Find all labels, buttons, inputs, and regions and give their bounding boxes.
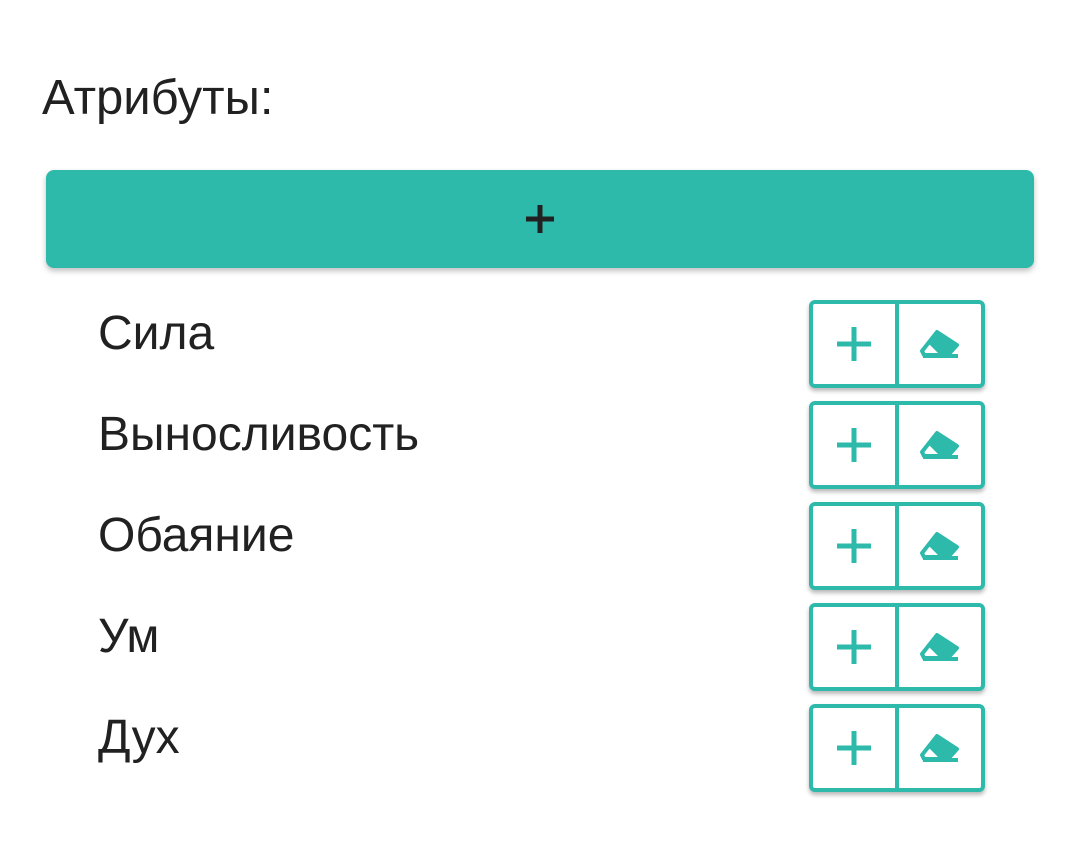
attribute-actions (809, 502, 985, 590)
increase-attribute-button[interactable] (813, 304, 899, 384)
clear-attribute-button[interactable] (899, 304, 981, 384)
clear-attribute-button[interactable] (899, 506, 981, 586)
attribute-label: Сила (98, 307, 215, 360)
attribute-row: Ум (0, 603, 1080, 704)
increase-attribute-button[interactable] (813, 708, 899, 788)
increase-attribute-button[interactable] (813, 405, 899, 485)
increase-attribute-button[interactable] (813, 506, 899, 586)
section-title: Атрибуты: (42, 71, 274, 125)
clear-attribute-button[interactable] (899, 607, 981, 687)
plus-icon (837, 731, 871, 765)
plus-icon (837, 529, 871, 563)
eraser-icon (920, 734, 959, 762)
clear-attribute-button[interactable] (899, 708, 981, 788)
clear-attribute-button[interactable] (899, 405, 981, 485)
eraser-icon (920, 431, 959, 459)
plus-icon (526, 205, 554, 233)
attribute-row: Обаяние (0, 502, 1080, 603)
attribute-actions (809, 401, 985, 489)
attributes-page: Атрибуты: Сила Выносливость Обаяние Ум Д… (0, 0, 1080, 858)
attribute-label: Обаяние (98, 509, 295, 562)
attribute-list: Сила Выносливость Обаяние Ум Дух (0, 300, 1080, 805)
attribute-actions (809, 300, 985, 388)
attribute-label: Ум (98, 610, 160, 663)
increase-attribute-button[interactable] (813, 607, 899, 687)
eraser-icon (920, 330, 959, 358)
attribute-label: Выносливость (98, 408, 420, 461)
attribute-row: Выносливость (0, 401, 1080, 502)
eraser-icon (920, 633, 959, 661)
attribute-label: Дух (98, 711, 180, 764)
attribute-actions (809, 603, 985, 691)
plus-icon (837, 327, 871, 361)
attribute-row: Дух (0, 704, 1080, 805)
eraser-icon (920, 532, 959, 560)
attribute-actions (809, 704, 985, 792)
add-attribute-button[interactable] (46, 170, 1034, 268)
attribute-row: Сила (0, 300, 1080, 401)
plus-icon (837, 630, 871, 664)
plus-icon (837, 428, 871, 462)
